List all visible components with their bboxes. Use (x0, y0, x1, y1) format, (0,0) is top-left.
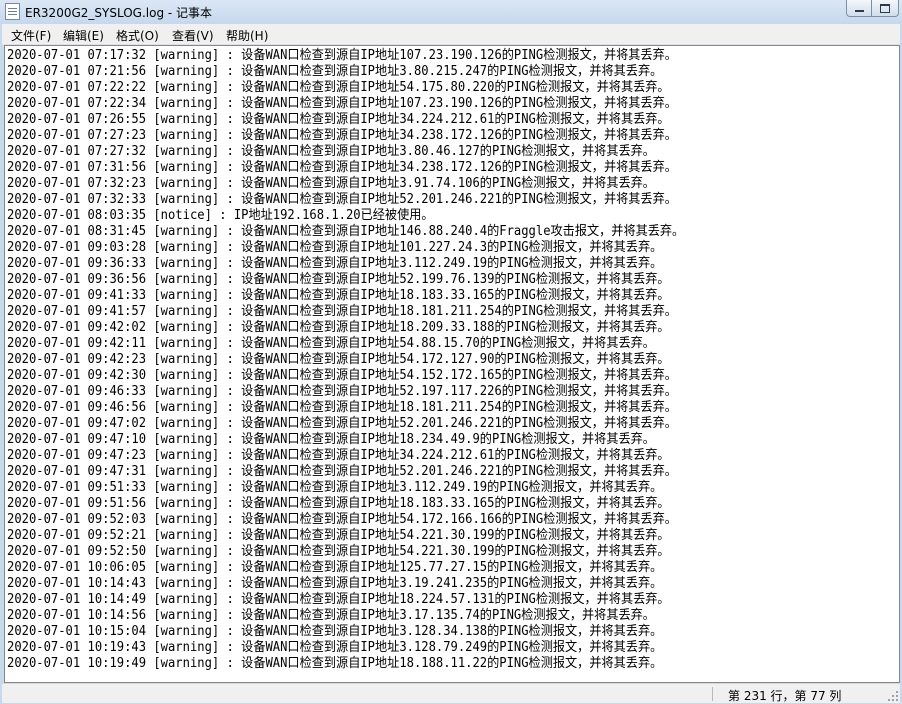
menu-file[interactable]: 文件(F) (11, 27, 51, 44)
text-line: 2020-07-01 09:47:31 [warning] : 设备WAN口检查… (7, 464, 677, 479)
menu-bar: 文件(F) 编辑(E) 格式(O) 查看(V) 帮助(H) (2, 24, 900, 45)
text-line: 2020-07-01 09:47:10 [warning] : 设备WAN口检查… (7, 432, 655, 447)
text-line: 2020-07-01 09:36:56 [warning] : 设备WAN口检查… (7, 272, 670, 287)
minimize-icon (854, 10, 864, 12)
text-line: 2020-07-01 09:42:23 [warning] : 设备WAN口检查… (7, 352, 670, 367)
text-line: 2020-07-01 09:42:11 [warning] : 设备WAN口检查… (7, 336, 655, 351)
status-bar: 第 231 行，第 77 列 (2, 683, 900, 703)
menu-format[interactable]: 格式(O) (116, 27, 159, 44)
text-line: 2020-07-01 07:27:23 [warning] : 设备WAN口检查… (7, 128, 677, 143)
text-editor[interactable]: 2020-07-01 07:17:32 [warning] : 设备WAN口检查… (4, 45, 900, 683)
text-line: 2020-07-01 09:51:56 [warning] : 设备WAN口检查… (7, 496, 670, 511)
text-line: 2020-07-01 09:42:30 [warning] : 设备WAN口检查… (7, 368, 677, 383)
text-line: 2020-07-01 07:22:22 [warning] : 设备WAN口检查… (7, 80, 670, 95)
text-line: 2020-07-01 07:26:55 [warning] : 设备WAN口检查… (7, 112, 670, 127)
text-line: 2020-07-01 09:41:57 [warning] : 设备WAN口检查… (7, 304, 677, 319)
text-line: 2020-07-01 09:51:33 [warning] : 设备WAN口检查… (7, 480, 663, 495)
text-line: 2020-07-01 09:03:28 [warning] : 设备WAN口检查… (7, 240, 663, 255)
text-line: 2020-07-01 09:52:21 [warning] : 设备WAN口检查… (7, 528, 670, 543)
maximize-icon (880, 3, 890, 13)
text-line: 2020-07-01 10:19:43 [warning] : 设备WAN口检查… (7, 640, 663, 655)
text-content[interactable]: 2020-07-01 07:17:32 [warning] : 设备WAN口检查… (7, 48, 684, 672)
title-bar[interactable]: ER3200G2_SYSLOG.log - 记事本 (0, 0, 902, 24)
minimize-button[interactable] (846, 0, 872, 17)
text-line: 2020-07-01 10:14:43 [warning] : 设备WAN口检查… (7, 576, 663, 591)
cursor-position: 第 231 行，第 77 列 (728, 689, 842, 703)
text-line: 2020-07-01 10:06:05 [warning] : 设备WAN口检查… (7, 560, 663, 575)
menu-help[interactable]: 帮助(H) (226, 27, 268, 44)
text-line: 2020-07-01 08:31:45 [warning] : 设备WAN口检查… (7, 224, 685, 239)
resize-grip-icon[interactable] (886, 689, 898, 701)
text-line: 2020-07-01 07:32:23 [warning] : 设备WAN口检查… (7, 176, 655, 191)
text-line: 2020-07-01 07:17:32 [warning] : 设备WAN口检查… (7, 48, 677, 63)
menu-view[interactable]: 查看(V) (172, 27, 214, 44)
text-line: 2020-07-01 07:27:32 [warning] : 设备WAN口检查… (7, 144, 655, 159)
text-line: 2020-07-01 08:03:35 [notice] : IP地址192.1… (7, 208, 434, 223)
text-line: 2020-07-01 07:31:56 [warning] : 设备WAN口检查… (7, 160, 677, 175)
text-line: 2020-07-01 09:52:03 [warning] : 设备WAN口检查… (7, 512, 677, 527)
text-line: 2020-07-01 10:19:49 [warning] : 设备WAN口检查… (7, 656, 663, 671)
window-title: ER3200G2_SYSLOG.log - 记事本 (25, 6, 213, 20)
text-line: 2020-07-01 09:41:33 [warning] : 设备WAN口检查… (7, 288, 670, 303)
text-line: 2020-07-01 09:47:23 [warning] : 设备WAN口检查… (7, 448, 670, 463)
text-line: 2020-07-01 07:32:33 [warning] : 设备WAN口检查… (7, 192, 677, 207)
text-line: 2020-07-01 09:36:33 [warning] : 设备WAN口检查… (7, 256, 663, 271)
maximize-button[interactable] (871, 0, 899, 17)
text-line: 2020-07-01 09:42:02 [warning] : 设备WAN口检查… (7, 320, 670, 335)
notepad-icon (5, 3, 20, 20)
text-line: 2020-07-01 07:22:34 [warning] : 设备WAN口检查… (7, 96, 677, 111)
text-line: 2020-07-01 10:14:49 [warning] : 设备WAN口检查… (7, 592, 670, 607)
text-line: 2020-07-01 07:21:56 [warning] : 设备WAN口检查… (7, 64, 663, 79)
text-line: 2020-07-01 09:47:02 [warning] : 设备WAN口检查… (7, 416, 677, 431)
text-line: 2020-07-01 10:14:56 [warning] : 设备WAN口检查… (7, 608, 655, 623)
text-line: 2020-07-01 10:15:04 [warning] : 设备WAN口检查… (7, 624, 663, 639)
status-divider (712, 687, 713, 701)
text-line: 2020-07-01 09:46:33 [warning] : 设备WAN口检查… (7, 384, 677, 399)
text-line: 2020-07-01 09:52:50 [warning] : 设备WAN口检查… (7, 544, 670, 559)
menu-edit[interactable]: 编辑(E) (63, 27, 104, 44)
text-line: 2020-07-01 09:46:56 [warning] : 设备WAN口检查… (7, 400, 677, 415)
